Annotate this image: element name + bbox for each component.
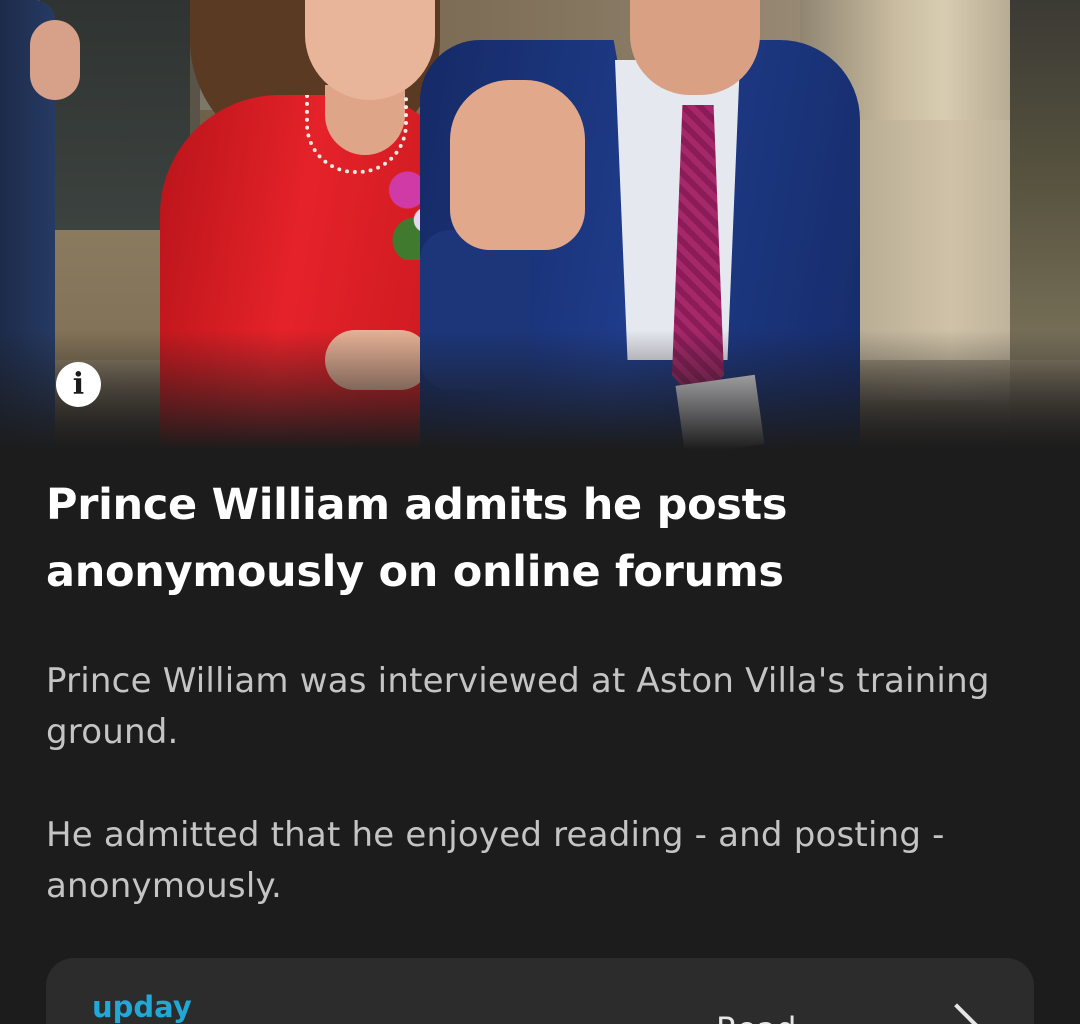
article-summary-paragraph: Prince William was interviewed at Aston … — [46, 661, 990, 752]
chevron-right-icon — [934, 1003, 980, 1024]
hero-bottom-fade — [0, 330, 1080, 450]
read-more-label: Read — [716, 1010, 796, 1024]
article-hero-image — [0, 0, 1080, 450]
source-name: upday — [92, 990, 192, 1024]
info-icon[interactable]: i — [56, 362, 101, 407]
photo-man-waving-hand — [450, 80, 585, 250]
read-full-article-card[interactable]: upday Read — [46, 958, 1034, 1024]
photo-hand-left-edge — [30, 20, 80, 100]
article-headline: Prince William admits he posts anonymous… — [46, 480, 788, 597]
article-summary-paragraph: He admitted that he enjoyed reading - an… — [46, 815, 945, 906]
